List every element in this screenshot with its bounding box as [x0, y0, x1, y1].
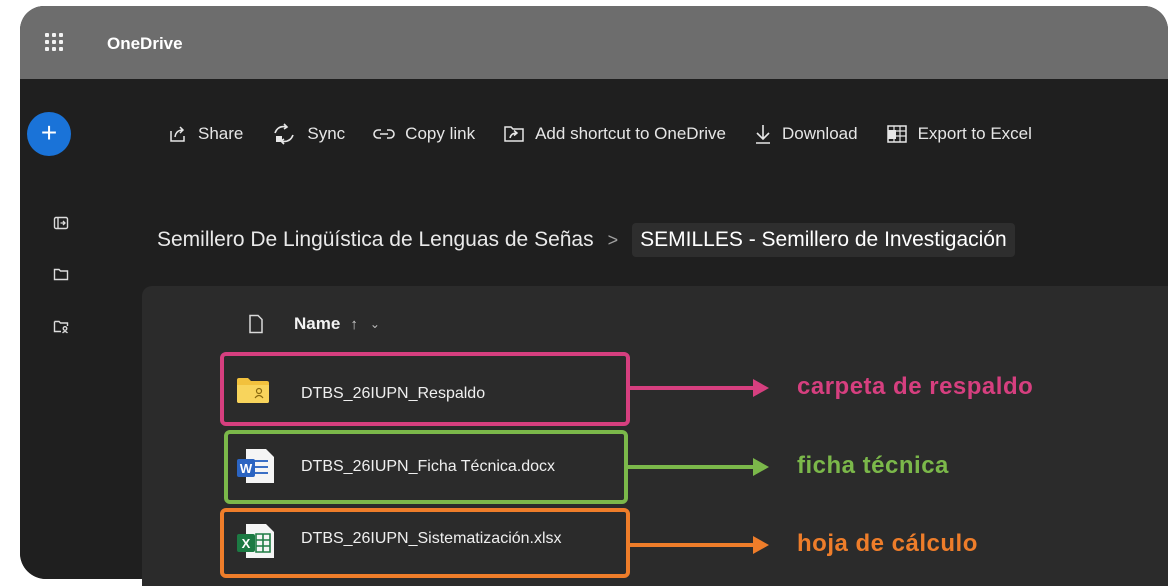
download-button[interactable]: Download: [754, 123, 858, 145]
app-title[interactable]: OneDrive: [107, 34, 183, 54]
arrow-folder: [630, 386, 755, 390]
arrow-word: [628, 465, 755, 469]
breadcrumb-current: SEMILLES - Semillero de Investigación: [632, 223, 1015, 257]
sort-ascending-icon[interactable]: ↑: [350, 316, 358, 333]
shortcut-icon: [504, 126, 524, 142]
create-new-button[interactable]: +: [27, 112, 71, 156]
add-shortcut-button[interactable]: Add shortcut to OneDrive: [503, 124, 726, 144]
excel-export-icon: [886, 125, 907, 143]
svg-text:W: W: [240, 461, 253, 476]
app-launcher-icon[interactable]: [45, 33, 63, 51]
copy-link-button[interactable]: Copy link: [373, 124, 475, 144]
excel-file-icon: X: [237, 524, 274, 558]
file-name-folder[interactable]: DTBS_26IUPN_Respaldo: [301, 385, 485, 403]
breadcrumb: Semillero De Lingüística de Lenguas de S…: [157, 222, 1015, 258]
svg-text:X: X: [242, 536, 251, 551]
share-label: Share: [198, 124, 244, 143]
arrow-head-word: [753, 458, 769, 476]
breadcrumb-separator: >: [607, 229, 619, 250]
arrow-head-excel: [753, 536, 769, 554]
open-pane-icon[interactable]: [53, 215, 69, 231]
annotation-folder: carpeta de respaldo: [797, 373, 1034, 400]
chevron-down-icon[interactable]: ⌄: [370, 317, 380, 331]
list-header: Name ↑ ⌄: [248, 314, 380, 334]
file-name-excel[interactable]: DTBS_26IUPN_Sistematización.xlsx: [301, 530, 562, 548]
word-file-icon: W: [237, 449, 274, 483]
arrow-head-folder: [753, 379, 769, 397]
annotation-word: ficha técnica: [797, 452, 949, 479]
file-name-word[interactable]: DTBS_26IUPN_Ficha Técnica.docx: [301, 458, 555, 476]
link-icon: [373, 129, 395, 139]
sync-label: Sync: [307, 124, 346, 143]
left-rail: [20, 79, 140, 579]
arrow-excel: [630, 543, 755, 547]
shared-folder-icon[interactable]: [53, 318, 69, 334]
sync-button[interactable]: Sync: [271, 123, 345, 145]
folder-icon[interactable]: [53, 266, 69, 282]
download-icon: [755, 125, 770, 144]
download-label: Download: [781, 124, 858, 143]
share-button[interactable]: Share: [168, 124, 243, 144]
annotation-excel: hoja de cálculo: [797, 530, 978, 557]
name-column-header[interactable]: Name: [294, 314, 340, 334]
export-to-excel-button[interactable]: Export to Excel: [886, 124, 1032, 144]
shared-folder-icon: [237, 378, 269, 403]
share-icon: [170, 126, 185, 142]
breadcrumb-parent[interactable]: Semillero De Lingüística de Lenguas de S…: [157, 228, 594, 252]
top-bar: OneDrive: [20, 6, 1168, 79]
sync-icon: [274, 123, 295, 145]
file-type-icon: [249, 314, 263, 334]
export-to-excel-label: Export to Excel: [917, 124, 1032, 143]
copy-link-label: Copy link: [405, 124, 476, 143]
add-shortcut-label: Add shortcut to OneDrive: [535, 124, 726, 143]
command-bar: Share Sync Copy link Add shortcut to One…: [168, 118, 1060, 150]
